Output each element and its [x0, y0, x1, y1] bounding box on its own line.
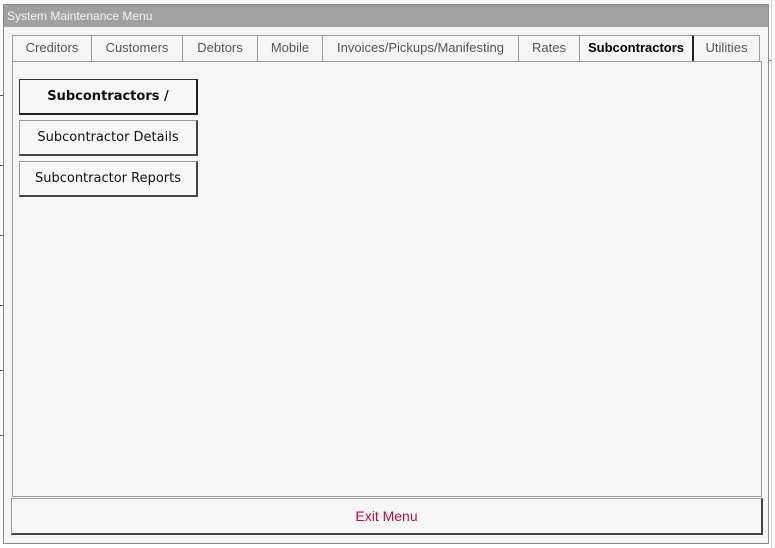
exit-menu-button[interactable]: Exit Menu	[11, 498, 763, 535]
right-edge-line	[771, 0, 772, 548]
subcontractors-drivers-button[interactable]: Subcontractors / Drivers	[19, 79, 198, 138]
tab-creditors[interactable]: Creditors	[12, 35, 92, 61]
tab-mobile[interactable]: Mobile	[257, 35, 323, 61]
tab-utilities[interactable]: Utilities	[692, 35, 760, 61]
tab-invoices-pickups-manifesting[interactable]: Invoices/Pickups/Manifesting	[322, 35, 519, 61]
tab-debtors[interactable]: Debtors	[182, 35, 258, 61]
subcontractor-reports-button[interactable]: Subcontractor Reports	[19, 161, 198, 197]
tab-subcontractors[interactable]: Subcontractors	[579, 35, 693, 62]
subcontractor-details-button[interactable]: Subcontractor Details	[19, 120, 198, 156]
system-maintenance-window: System Maintenance Menu Creditors Custom…	[3, 4, 769, 544]
window-title: System Maintenance Menu	[4, 5, 768, 27]
tab-rates[interactable]: Rates	[518, 35, 580, 61]
tab-customers[interactable]: Customers	[91, 35, 183, 61]
right-edge-tick	[768, 60, 771, 61]
subcontractors-tab-panel: Subcontractors / Drivers Subcontractor D…	[12, 61, 762, 497]
